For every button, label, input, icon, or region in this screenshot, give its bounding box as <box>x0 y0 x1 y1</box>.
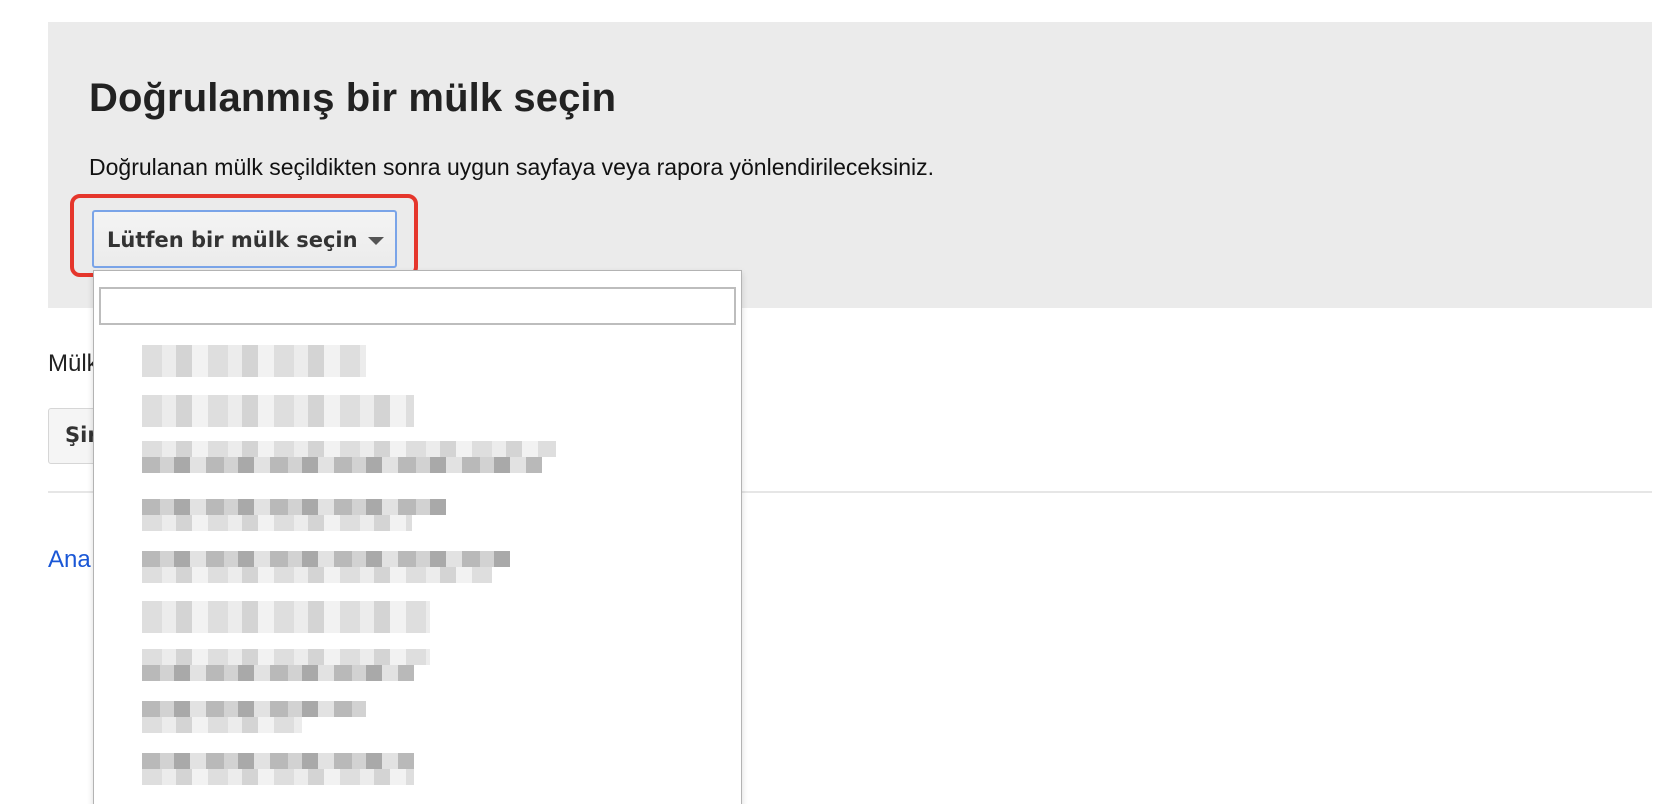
page-title: Doğrulanmış bir mülk seçin <box>89 76 617 120</box>
dropdown-option[interactable] <box>142 753 414 787</box>
dropdown-search-input[interactable] <box>99 287 736 325</box>
redacted-text <box>142 457 542 473</box>
redacted-text <box>142 601 430 617</box>
redacted-text <box>142 665 414 681</box>
redacted-text <box>142 551 510 567</box>
dropdown-option[interactable] <box>142 601 430 635</box>
dropdown-option[interactable] <box>142 701 382 735</box>
dropdown-option[interactable] <box>142 345 366 379</box>
dropdown-option[interactable] <box>142 551 510 585</box>
redacted-text <box>142 411 414 427</box>
redacted-text <box>142 617 430 633</box>
dropdown-option[interactable] <box>142 499 446 533</box>
redacted-text <box>142 499 446 515</box>
chevron-down-icon <box>368 237 384 245</box>
property-select-label: Lütfen bir mülk seçin <box>107 228 358 252</box>
redacted-text <box>142 345 366 361</box>
redacted-text <box>142 717 302 733</box>
dropdown-option[interactable] <box>142 649 430 683</box>
page: Doğrulanmış bir mülk seçin Doğrulanan mü… <box>0 0 1672 804</box>
dropdown-option[interactable] <box>142 395 414 429</box>
redacted-text <box>142 769 414 785</box>
redacted-text <box>142 567 492 583</box>
bottom-link[interactable]: Ana <box>48 546 91 574</box>
redacted-text <box>142 441 556 457</box>
page-description: Doğrulanan mülk seçildikten sonra uygun … <box>89 154 935 180</box>
redacted-text <box>142 701 366 717</box>
redacted-text <box>142 515 412 531</box>
dropdown-option[interactable] <box>142 441 556 475</box>
property-select-button[interactable]: Lütfen bir mülk seçin <box>92 210 397 268</box>
section-label: Mülk <box>48 350 99 377</box>
redacted-text <box>142 753 414 769</box>
redacted-text <box>142 395 414 411</box>
redacted-text <box>142 649 430 665</box>
redacted-text <box>142 361 366 377</box>
property-dropdown <box>93 270 742 804</box>
